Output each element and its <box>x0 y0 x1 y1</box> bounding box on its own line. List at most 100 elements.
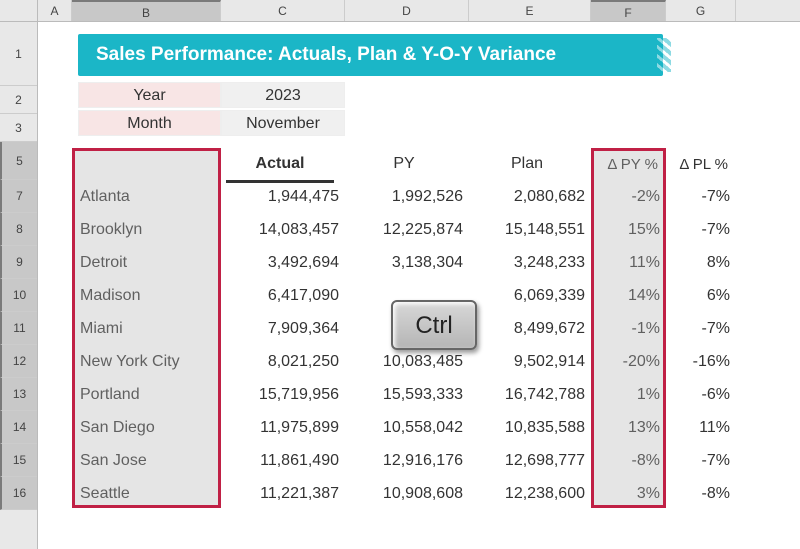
cell-actual[interactable]: 11,221,387 <box>221 485 345 503</box>
cell-py[interactable]: 12,225,874 <box>345 221 469 239</box>
cell-delta-pl[interactable]: 6% <box>666 287 736 305</box>
cell-plan[interactable]: 2,080,682 <box>469 188 591 206</box>
th-actual[interactable]: Actual <box>221 155 345 173</box>
th-py[interactable]: PY <box>345 155 469 173</box>
cell-city[interactable]: Atlanta <box>72 188 221 206</box>
cell-city[interactable]: Seattle <box>72 485 221 503</box>
cell-delta-py[interactable]: -20% <box>591 353 666 371</box>
cell-actual[interactable]: 3,492,694 <box>221 254 345 272</box>
cell-actual[interactable]: 1,944,475 <box>221 188 345 206</box>
cell-delta-py[interactable]: -1% <box>591 320 666 338</box>
th-delta-py[interactable]: Δ PY % <box>591 156 666 173</box>
cell-py[interactable]: 12,916,176 <box>345 452 469 470</box>
cell-py[interactable]: 10,558,042 <box>345 419 469 437</box>
cell-delta-pl[interactable]: -7% <box>666 221 736 239</box>
cell-plan[interactable]: 9,502,914 <box>469 353 591 371</box>
cell-actual[interactable]: 7,909,364 <box>221 320 345 338</box>
cell-delta-pl[interactable]: -7% <box>666 320 736 338</box>
cell-city[interactable]: Brooklyn <box>72 221 221 239</box>
col-header-G[interactable]: G <box>666 0 736 21</box>
cell-plan[interactable]: 15,148,551 <box>469 221 591 239</box>
cell-city[interactable]: Madison <box>72 287 221 305</box>
cell-actual[interactable]: 14,083,457 <box>221 221 345 239</box>
cell-delta-pl[interactable]: -16% <box>666 353 736 371</box>
cell-py[interactable]: 10,908,608 <box>345 485 469 503</box>
row-header-13[interactable]: 13 <box>0 378 37 411</box>
row-header-10[interactable]: 10 <box>0 279 37 312</box>
row-header-9[interactable]: 9 <box>0 246 37 279</box>
cell-city[interactable]: New York City <box>72 353 221 371</box>
cell-delta-py[interactable]: 15% <box>591 221 666 239</box>
param-month-value[interactable]: November <box>221 110 345 136</box>
cell-city[interactable]: Miami <box>72 320 221 338</box>
param-month-row: Month November <box>78 110 345 136</box>
cell-delta-py[interactable]: 11% <box>591 254 666 272</box>
cell-delta-py[interactable]: 13% <box>591 419 666 437</box>
row-header-3[interactable]: 3 <box>0 114 37 142</box>
cell-plan[interactable]: 12,698,777 <box>469 452 591 470</box>
cell-delta-py[interactable]: -8% <box>591 452 666 470</box>
th-plan[interactable]: Plan <box>469 155 591 173</box>
row-header-16[interactable]: 16 <box>0 477 37 510</box>
cell-actual[interactable]: 6,417,090 <box>221 287 345 305</box>
sheet-content[interactable]: Sales Performance: Actuals, Plan & Y-O-Y… <box>38 22 800 549</box>
col-header-C[interactable]: C <box>221 0 345 21</box>
param-year-label: Year <box>78 82 221 108</box>
row-header-2[interactable]: 2 <box>0 86 37 114</box>
cell-actual[interactable]: 11,861,490 <box>221 452 345 470</box>
param-year-value[interactable]: 2023 <box>221 82 345 108</box>
col-header-D[interactable]: D <box>345 0 469 21</box>
col-header-F[interactable]: F <box>591 0 666 21</box>
row-header-8[interactable]: 8 <box>0 213 37 246</box>
cell-city[interactable]: San Jose <box>72 452 221 470</box>
cell-delta-pl[interactable]: -7% <box>666 452 736 470</box>
table-row: Detroit3,492,6943,138,3043,248,23311%8% <box>72 246 800 279</box>
cell-plan[interactable]: 3,248,233 <box>469 254 591 272</box>
cell-plan[interactable]: 16,742,788 <box>469 386 591 404</box>
cell-delta-pl[interactable]: -6% <box>666 386 736 404</box>
cell-py[interactable]: 1,992,526 <box>345 188 469 206</box>
cell-delta-pl[interactable]: -8% <box>666 485 736 503</box>
cell-actual[interactable]: 11,975,899 <box>221 419 345 437</box>
row-header-15[interactable]: 15 <box>0 444 37 477</box>
cell-plan[interactable]: 10,835,588 <box>469 419 591 437</box>
row-header-5[interactable]: 5 <box>0 142 37 180</box>
table-row: Atlanta1,944,4751,992,5262,080,682-2%-7% <box>72 180 800 213</box>
column-headers: A B C D E F G <box>0 0 800 22</box>
cell-actual[interactable]: 8,021,250 <box>221 353 345 371</box>
cell-delta-py[interactable]: 14% <box>591 287 666 305</box>
cell-city[interactable]: San Diego <box>72 419 221 437</box>
row-header-1[interactable]: 1 <box>0 22 37 86</box>
cell-delta-pl[interactable]: 8% <box>666 254 736 272</box>
cell-delta-py[interactable]: -2% <box>591 188 666 206</box>
cell-delta-py[interactable]: 3% <box>591 485 666 503</box>
select-all-corner[interactable] <box>0 0 38 21</box>
row-header-11[interactable]: 11 <box>0 312 37 345</box>
table-row: San Jose11,861,49012,916,17612,698,777-8… <box>72 444 800 477</box>
cell-delta-pl[interactable]: 11% <box>666 419 736 437</box>
title-banner: Sales Performance: Actuals, Plan & Y-O-Y… <box>78 34 663 76</box>
col-header-A[interactable]: A <box>38 0 72 21</box>
cell-delta-pl[interactable]: -7% <box>666 188 736 206</box>
cell-actual[interactable]: 15,719,956 <box>221 386 345 404</box>
table-header-row: Actual PY Plan Δ PY % Δ PL % <box>72 148 800 180</box>
row-header-12[interactable]: 12 <box>0 345 37 378</box>
cell-py[interactable]: 3,138,304 <box>345 254 469 272</box>
cell-plan[interactable]: 12,238,600 <box>469 485 591 503</box>
cell-city[interactable]: Detroit <box>72 254 221 272</box>
cell-plan[interactable]: 8,499,672 <box>469 320 591 338</box>
spreadsheet-grid: A B C D E F G 1 2 3 5 7 8 9 10 11 12 13 … <box>0 0 800 549</box>
col-header-E[interactable]: E <box>469 0 591 21</box>
cell-py[interactable]: 10,083,485 <box>345 353 469 371</box>
col-header-B[interactable]: B <box>72 0 221 21</box>
row-header-14[interactable]: 14 <box>0 411 37 444</box>
ctrl-key-label: Ctrl <box>415 312 452 339</box>
row-header-7[interactable]: 7 <box>0 180 37 213</box>
cell-py[interactable]: 15,593,333 <box>345 386 469 404</box>
cell-city[interactable]: Portland <box>72 386 221 404</box>
th-delta-pl[interactable]: Δ PL % <box>666 156 736 173</box>
cell-plan[interactable]: 6,069,339 <box>469 287 591 305</box>
param-year-row: Year 2023 <box>78 82 345 108</box>
table-row: Seattle11,221,38710,908,60812,238,6003%-… <box>72 477 800 510</box>
cell-delta-py[interactable]: 1% <box>591 386 666 404</box>
